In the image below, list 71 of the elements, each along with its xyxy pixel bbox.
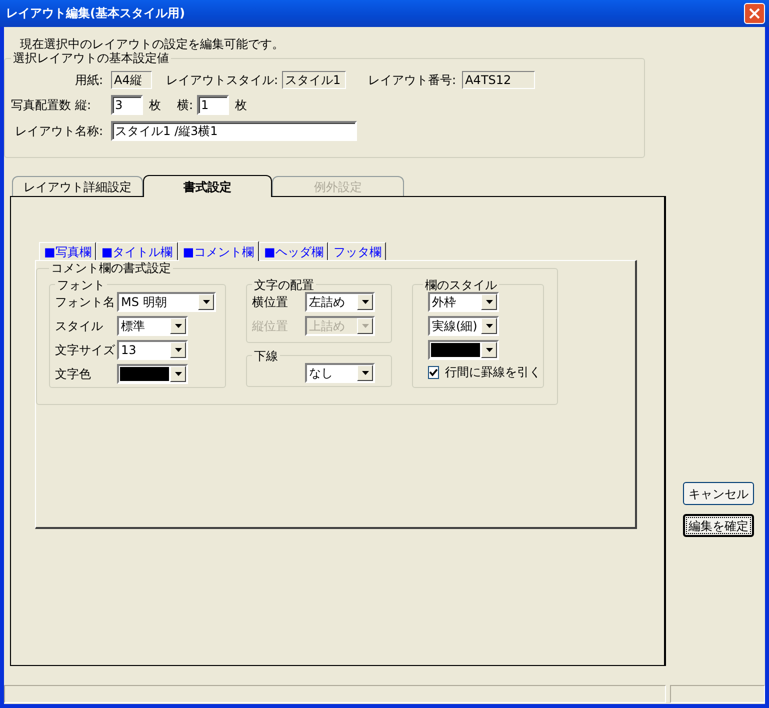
field-label: 写真配置数 bbox=[11, 98, 72, 112]
unit-label: 枚 bbox=[235, 98, 248, 112]
dropdown[interactable]: 13 bbox=[117, 340, 188, 360]
dropdown[interactable]: 左詰め bbox=[305, 292, 375, 312]
group-title: フォント bbox=[56, 278, 106, 292]
dropdown-button[interactable] bbox=[170, 342, 186, 358]
caret-icon bbox=[486, 300, 492, 304]
group-title: 欄のスタイル bbox=[424, 278, 498, 292]
button[interactable]: キャンセル bbox=[683, 482, 754, 506]
dropdown[interactable]: なし bbox=[305, 363, 375, 384]
group-title: 選択レイアウトの基本設定値 bbox=[12, 51, 170, 66]
caret-icon bbox=[362, 300, 368, 304]
field-label: 用紙: bbox=[74, 72, 103, 87]
caret-icon bbox=[174, 324, 182, 328]
dropdown[interactable]: 標準 bbox=[117, 316, 188, 336]
field-label: 縦: bbox=[75, 98, 92, 112]
input-field[interactable]: 1 bbox=[197, 94, 230, 115]
window-title: レイアウト編集(基本スタイル用) bbox=[6, 6, 185, 21]
dropdown: 上詰め bbox=[305, 316, 375, 336]
dropdown-button[interactable] bbox=[357, 365, 373, 382]
tab[interactable]: フッタ欄 bbox=[328, 242, 386, 260]
input-field[interactable]: 3 bbox=[111, 94, 143, 115]
dropdown[interactable] bbox=[117, 364, 188, 384]
readonly-field: A4縦 bbox=[111, 70, 152, 89]
dropdown-button[interactable] bbox=[481, 294, 497, 310]
field-label: レイアウト番号: bbox=[368, 72, 456, 87]
description-text: 現在選択中のレイアウトの設定を編集可能です。 bbox=[20, 37, 285, 52]
group-title: コメント欄の書式設定 bbox=[50, 261, 172, 276]
field-label: レイアウトスタイル: bbox=[166, 72, 278, 87]
field-label: レイアウト名称: bbox=[14, 124, 103, 138]
dropdown[interactable]: MS 明朝 bbox=[117, 292, 216, 312]
tab[interactable]: 書式設定 bbox=[143, 175, 272, 198]
caret-icon bbox=[486, 348, 492, 352]
group-title: 下線 bbox=[253, 348, 279, 364]
dropdown-button[interactable] bbox=[198, 294, 214, 310]
tab[interactable]: ■コメント欄 bbox=[178, 241, 260, 262]
dropdown[interactable]: 外枠 bbox=[428, 292, 499, 312]
field-label: 縦位置 bbox=[252, 318, 289, 334]
unit-label: 枚 bbox=[149, 98, 161, 112]
caret-icon bbox=[362, 371, 368, 376]
readonly-field: A4TS12 bbox=[462, 70, 536, 89]
field-label: 横: bbox=[177, 98, 194, 112]
dropdown-button[interactable] bbox=[357, 294, 373, 310]
caret-icon bbox=[202, 300, 210, 304]
button[interactable]: 編集を確定 bbox=[683, 514, 754, 538]
dropdown-button[interactable] bbox=[170, 366, 186, 382]
tab[interactable]: ■ヘッダ欄 bbox=[259, 242, 328, 260]
tab[interactable]: ■写真欄 bbox=[39, 242, 96, 260]
close-button[interactable] bbox=[744, 3, 765, 24]
checkbox[interactable] bbox=[428, 366, 439, 379]
dropdown-button[interactable] bbox=[170, 318, 186, 334]
dropdown[interactable] bbox=[428, 340, 499, 360]
input-field[interactable]: スタイル1 /縦3横1 bbox=[111, 120, 357, 141]
caret-icon bbox=[174, 372, 182, 376]
tab[interactable]: ■タイトル欄 bbox=[96, 242, 178, 260]
tab[interactable]: レイアウト詳細設定 bbox=[12, 176, 143, 196]
checkbox-label: 行間に罫線を引く bbox=[445, 365, 541, 380]
dropdown[interactable]: 実線(細) bbox=[428, 316, 499, 336]
dropdown-button[interactable] bbox=[481, 318, 497, 334]
caret-icon bbox=[362, 324, 368, 328]
group-title: 文字の配置 bbox=[253, 278, 315, 292]
readonly-field: スタイル1 bbox=[282, 70, 346, 89]
field-label: フォント名 bbox=[55, 294, 116, 310]
caret-icon bbox=[486, 324, 492, 328]
dropdown-button[interactable] bbox=[481, 342, 497, 358]
field-label: スタイル bbox=[55, 318, 104, 334]
field-label: 文字サイズ bbox=[55, 342, 116, 358]
field-label: 文字色 bbox=[55, 366, 92, 382]
caret-icon bbox=[174, 348, 182, 352]
close-icon bbox=[749, 8, 760, 19]
field-label: 横位置 bbox=[252, 294, 289, 310]
